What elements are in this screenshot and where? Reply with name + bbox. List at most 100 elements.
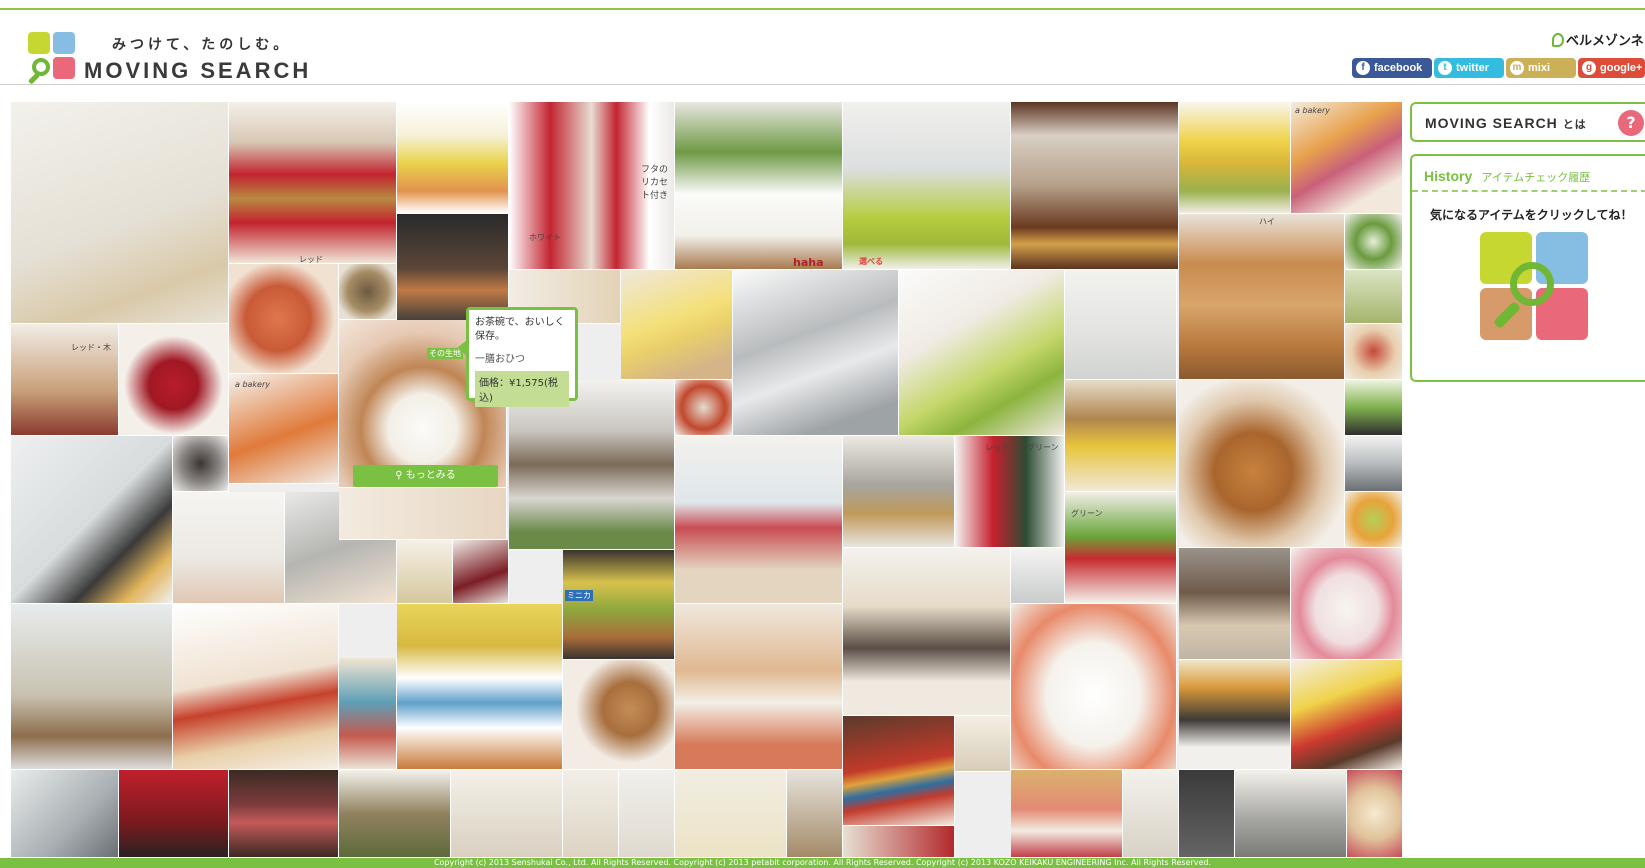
history-divider — [1412, 190, 1645, 192]
product-tile[interactable] — [1235, 770, 1347, 858]
product-tile[interactable]: a bakery — [229, 374, 339, 484]
product-tile[interactable] — [1291, 660, 1402, 770]
product-tile[interactable] — [11, 436, 173, 604]
product-tile[interactable] — [899, 270, 1065, 436]
product-tile[interactable] — [1345, 270, 1402, 324]
product-tile[interactable] — [397, 540, 453, 604]
twitter-share-button[interactable]: t twitter — [1434, 58, 1504, 78]
product-tile[interactable] — [397, 102, 509, 214]
product-tile[interactable] — [1179, 380, 1345, 548]
facebook-share-button[interactable]: f facebook — [1352, 58, 1432, 78]
product-tile[interactable] — [339, 264, 397, 320]
product-tile[interactable] — [119, 770, 229, 858]
product-tile[interactable] — [675, 380, 733, 436]
brand-icon — [1552, 33, 1564, 47]
product-tile[interactable]: レッド・木 — [11, 324, 119, 436]
product-tile[interactable] — [843, 436, 955, 548]
product-tile[interactable] — [1345, 380, 1402, 436]
product-tile[interactable] — [1345, 436, 1402, 492]
product-tile[interactable] — [1291, 548, 1402, 660]
mixi-icon: m — [1510, 61, 1524, 75]
product-tile[interactable] — [1011, 102, 1179, 270]
product-tile[interactable] — [1123, 770, 1179, 858]
tile-label: ホワイト — [529, 233, 561, 242]
help-icon: ? — [1618, 110, 1644, 136]
product-tile[interactable] — [621, 270, 733, 380]
product-tile[interactable] — [1347, 770, 1402, 858]
history-subtitle: アイテムチェック履歴 — [1481, 171, 1591, 184]
about-title-suffix: とは — [1562, 119, 1587, 131]
product-tile[interactable] — [1065, 270, 1177, 380]
product-tile[interactable]: レッド グリーン — [955, 436, 1065, 548]
tile-label: グリーン — [1071, 509, 1103, 518]
product-tile[interactable]: レッド — [229, 102, 397, 264]
product-tile[interactable] — [173, 436, 229, 492]
product-tile[interactable]: ミニカ — [563, 550, 675, 660]
product-tile[interactable]: グリーン — [1065, 492, 1177, 604]
product-tile[interactable]: haha — [675, 102, 843, 270]
about-title-text: MOVING SEARCH — [1425, 115, 1558, 131]
header: みつけて、たのしむ。 MOVING SEARCH ベルメゾンネット f face… — [0, 10, 1645, 85]
product-tile[interactable] — [1011, 548, 1065, 604]
product-tile[interactable] — [675, 436, 843, 604]
product-tile[interactable] — [119, 324, 229, 436]
product-tile[interactable] — [229, 264, 339, 374]
product-tile[interactable] — [1011, 604, 1177, 770]
product-tile[interactable] — [339, 488, 507, 540]
product-tile[interactable] — [397, 604, 563, 770]
product-tile[interactable] — [619, 770, 675, 858]
site-tagline: みつけて、たのしむ。 — [112, 37, 292, 53]
product-tile[interactable]: 選べる — [843, 102, 1011, 270]
tile-label: レッド — [985, 443, 1009, 452]
google-plus-icon: g — [1582, 61, 1596, 75]
product-tile[interactable] — [843, 826, 955, 858]
product-tile[interactable] — [1179, 102, 1291, 214]
product-tile[interactable] — [1345, 492, 1402, 548]
product-tile[interactable] — [11, 604, 173, 770]
more-button-label: もっとみる — [405, 470, 456, 481]
google-plus-share-button[interactable]: g google+ — [1578, 58, 1645, 78]
product-tile[interactable] — [955, 716, 1011, 772]
product-tile[interactable] — [229, 770, 339, 858]
product-tile[interactable] — [675, 770, 787, 858]
product-tile[interactable] — [339, 658, 397, 770]
history-title: History — [1424, 168, 1473, 184]
product-tile[interactable] — [1011, 770, 1123, 858]
tile-label: a bakery — [1295, 106, 1331, 115]
product-tile[interactable] — [843, 716, 955, 826]
product-tile[interactable] — [339, 770, 451, 858]
product-tile[interactable] — [563, 770, 619, 858]
tooltip-price: 価格：¥1,575(税込) — [475, 371, 569, 407]
product-tile[interactable] — [173, 492, 285, 604]
product-tile[interactable] — [1179, 770, 1235, 858]
mixi-share-button[interactable]: m mixi — [1506, 58, 1576, 78]
brand-link[interactable]: ベルメゾンネット — [1552, 30, 1645, 49]
product-tile[interactable] — [453, 540, 509, 604]
brand-label: ベルメゾンネット — [1566, 34, 1645, 49]
product-tile[interactable] — [1179, 548, 1291, 660]
product-tile[interactable] — [733, 270, 899, 436]
product-tile[interactable] — [1345, 324, 1402, 380]
product-tile[interactable] — [11, 770, 119, 858]
tile-label: レッド — [299, 255, 323, 264]
product-tile[interactable] — [451, 770, 563, 858]
google-plus-label: google+ — [1600, 62, 1643, 74]
product-tile[interactable]: a bakery — [1291, 102, 1402, 214]
product-tile[interactable] — [787, 770, 843, 858]
product-tile[interactable] — [843, 548, 1011, 716]
product-tile[interactable] — [675, 604, 843, 770]
product-tile[interactable] — [1065, 380, 1177, 492]
product-tile[interactable]: ハイ — [1179, 214, 1345, 380]
about-title: MOVING SEARCH とは — [1425, 115, 1587, 132]
more-button[interactable]: ⚲ もっとみる — [353, 465, 498, 487]
product-tile[interactable] — [1179, 660, 1291, 770]
product-tile[interactable]: ホワイト フタの リカセ ト付き — [509, 102, 675, 270]
product-tile[interactable] — [11, 102, 229, 324]
facebook-label: facebook — [1374, 62, 1423, 74]
site-logo[interactable]: みつけて、たのしむ。 MOVING SEARCH — [22, 22, 322, 85]
product-tile[interactable] — [1345, 214, 1402, 270]
product-tile[interactable] — [173, 604, 339, 770]
about-moving-search-button[interactable]: MOVING SEARCH とは ? — [1410, 102, 1645, 142]
header-divider — [0, 84, 1645, 85]
product-tile[interactable] — [563, 660, 675, 770]
